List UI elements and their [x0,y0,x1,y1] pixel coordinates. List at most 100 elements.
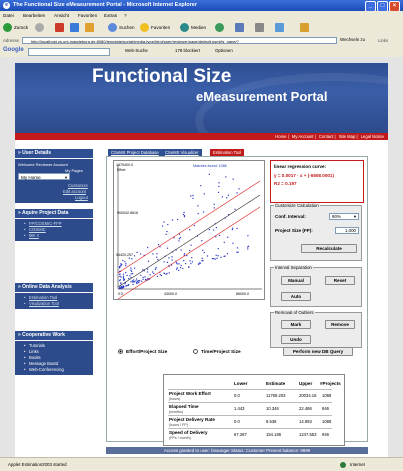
data-point [201,260,203,262]
table-cell: 8.536 [266,419,277,424]
stop-button[interactable] [55,23,66,33]
data-point [156,256,158,258]
address-input[interactable]: http://localhost.cs.uni-magdeburg.de:808… [22,37,337,44]
radio-time-project-size[interactable]: Time/Project Size [193,349,241,355]
undo-button[interactable]: Undo [281,335,311,344]
data-point [141,280,143,282]
nav-legal-notice[interactable]: Legal Notice [361,134,384,139]
logout-link[interactable]: Logout [75,195,88,200]
tutorials-link[interactable]: Tutorials [24,343,45,348]
col-header-estimate: Estimate [266,381,286,386]
books-link[interactable]: Books [24,355,40,360]
media-button[interactable]: Medien [180,23,206,33]
messenger-button[interactable] [300,23,311,33]
data-point [147,260,150,262]
menu-favorites[interactable]: Favoriten [78,13,97,18]
web-search-button[interactable]: Web-Suche [125,48,148,53]
my-pages-select[interactable]: My Home ▼ [18,173,70,180]
edit-account-link[interactable]: Edit account [63,189,86,194]
conf-interval-select[interactable]: 90% ▼ [329,213,359,220]
message-board-link[interactable]: Message Board [24,361,58,366]
menu-file[interactable]: Datei [3,13,14,18]
cooperative-panel: Tutorials Links Books Message Board Web-… [15,341,93,375]
y-axis-top-label: 1875400.0 [116,163,133,167]
visualization-tool-link[interactable]: Visulization Tool [24,301,59,306]
back-button[interactable]: Zurück [3,23,28,33]
table-cell: 1088 [322,419,332,424]
acquire-item-cosmic[interactable]: COSMIC [24,227,46,232]
web-conferencing-link[interactable]: Web-Conferencing [24,367,64,372]
google-search-input[interactable] [28,48,110,56]
data-point [226,253,228,255]
acquire-item-fp[interactable]: FP/COSMIC-FFP [24,221,62,226]
mail-icon [235,23,244,33]
mark-button[interactable]: Mark [281,320,311,329]
estimation-tool-link[interactable]: Estimation Tool [24,295,57,300]
ie-logo-icon: e [3,2,10,9]
go-button[interactable]: Wechseln zu [340,37,365,42]
reset-button[interactable]: Reset [325,276,355,285]
tab-project-database[interactable]: CSeMS Project Database [108,149,162,156]
conf-interval-label: Conf. Interval: [275,214,306,219]
popup-blocked-button[interactable]: 178 blockiert [175,48,200,53]
data-point [179,236,182,239]
data-point [119,279,121,281]
mail-button[interactable] [235,23,246,33]
favorites-button[interactable]: Favoriten [140,23,170,33]
forward-button[interactable] [35,23,46,33]
data-point [178,263,180,265]
edit-button[interactable] [275,23,286,33]
recalculate-button[interactable]: Recalculate [301,244,357,253]
star-icon [140,23,149,33]
home-button[interactable] [85,23,96,33]
data-point [122,275,125,277]
print-button[interactable] [255,23,266,33]
tab-visualizer[interactable]: CSeMS Visualizer [162,149,202,156]
data-point [191,257,193,259]
regression-result-box: linear regression curve: y = 0.0017 · x … [270,160,364,203]
data-point [132,273,134,275]
data-point [140,253,142,255]
google-logo[interactable]: Google [3,47,24,53]
links-label[interactable]: Links [378,38,388,43]
x-axis-start-label: 0.0 [118,292,123,296]
menu-tools[interactable]: Extras [104,13,117,18]
remove-button[interactable]: Remove [325,320,355,329]
data-point [131,258,133,260]
data-point [247,246,249,248]
data-point [168,257,170,259]
data-point [120,276,122,278]
data-point [183,215,186,217]
links-link[interactable]: Links [24,349,39,354]
tab-estimation-tool[interactable]: Estimation Tool [210,149,245,156]
refresh-button[interactable] [70,23,81,33]
outliers-group: Removal of Outliers Mark Remove Undo [270,310,362,348]
data-point [171,259,173,261]
table-cell: 67.287 [234,432,247,437]
auto-button[interactable]: Auto [281,292,311,301]
search-button[interactable]: Suchen [108,23,135,33]
google-options-button[interactable]: Optionen [215,48,233,53]
scatter-plot[interactable]: 1875400.0 Effort 900042.8816 54420.257 M… [113,160,265,300]
new-db-query-button[interactable]: Perform new DB Query [283,347,353,356]
history-button[interactable] [215,23,226,33]
data-point [236,247,239,249]
data-point [223,241,225,243]
nav-my-account[interactable]: My Account [292,134,314,139]
data-point [247,248,249,250]
customize-link[interactable]: Customize [68,183,88,188]
customize-calculation-title: Customize Calculation [274,203,320,208]
radio-effort-project-size[interactable]: Effort/Project Size [118,349,167,355]
acquire-item-mk2[interactable]: MK II [24,233,39,238]
data-point [206,255,209,257]
data-point [208,229,210,231]
nav-home[interactable]: Home [275,134,286,139]
manual-button[interactable]: Manual [281,276,311,285]
nav-site-map[interactable]: Site Map [339,134,356,139]
project-size-input[interactable]: 1,000 [335,227,359,234]
menu-edit[interactable]: Bearbeiten [23,13,45,18]
data-point [215,254,217,256]
menu-view[interactable]: Ansicht [54,13,69,18]
nav-contact[interactable]: Contact [319,134,333,139]
menu-help[interactable]: ? [124,13,127,18]
